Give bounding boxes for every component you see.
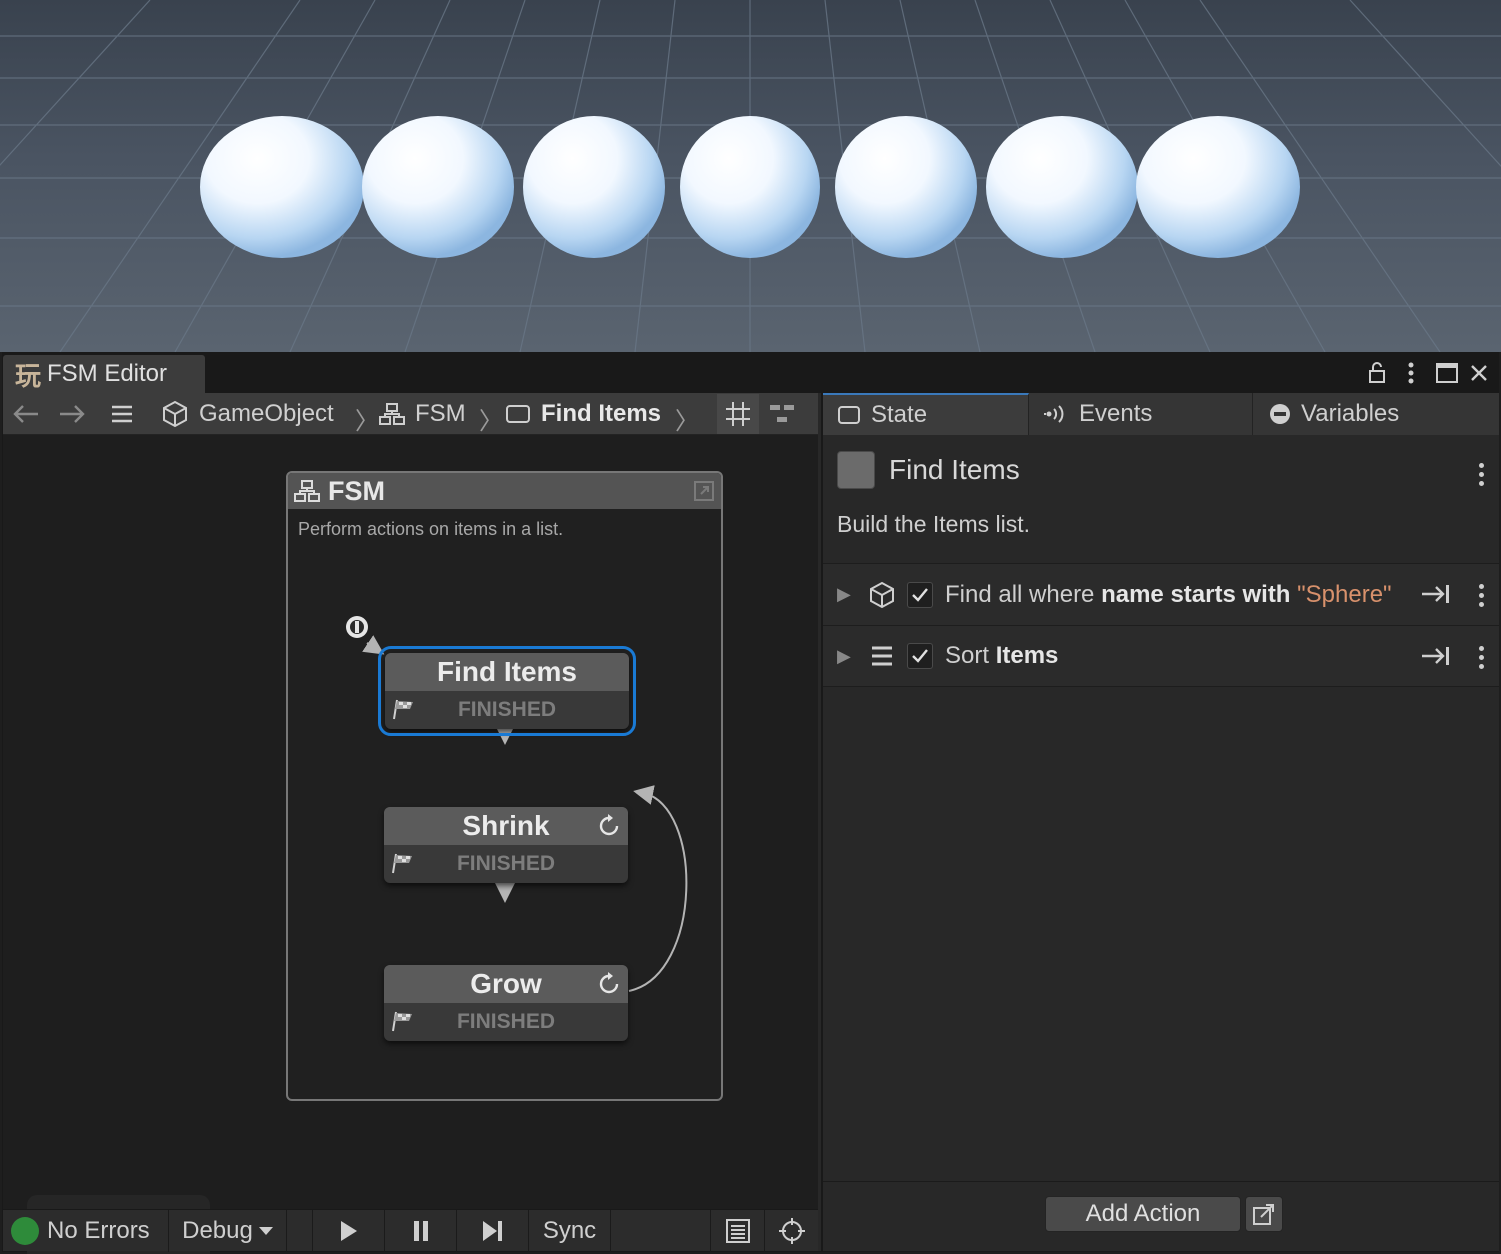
- cube-icon: [867, 581, 897, 609]
- state-title: Shrink: [384, 807, 628, 845]
- debug-dropdown[interactable]: Debug: [169, 1210, 287, 1252]
- log-button[interactable]: [711, 1210, 765, 1252]
- expand-arrow-icon[interactable]: ▶: [837, 584, 855, 605]
- spacer: [287, 1210, 313, 1252]
- action-title: Find all where name starts with "Sphere": [945, 580, 1392, 608]
- play-icon: [340, 1221, 357, 1241]
- spheres: [200, 116, 1300, 258]
- window-tabbar: 玩 FSM Editor: [3, 353, 1498, 393]
- action-row[interactable]: ▶ Sort Items: [823, 625, 1499, 687]
- fsm-graph-icon: [379, 403, 405, 425]
- state-title: Grow: [384, 965, 628, 1003]
- state-name-field[interactable]: Find Items: [889, 454, 1020, 486]
- grid-toggle-icon[interactable]: [717, 394, 759, 434]
- target-button[interactable]: [765, 1210, 818, 1252]
- window-menu-icon[interactable]: [1397, 359, 1425, 387]
- error-status[interactable]: No Errors: [3, 1210, 169, 1252]
- add-action-button[interactable]: Add Action: [1045, 1196, 1241, 1232]
- state-title-row: Find Items: [823, 435, 1499, 505]
- action-menu-icon[interactable]: [1477, 646, 1485, 669]
- transition-event[interactable]: FINISHED: [384, 1003, 628, 1041]
- state-title: Find Items: [385, 653, 629, 691]
- tab-variables[interactable]: Variables: [1253, 393, 1501, 435]
- action-menu-icon[interactable]: [1477, 584, 1485, 607]
- inspector-tabs: State Events Variables: [823, 393, 1499, 435]
- window-title: FSM Editor: [47, 360, 168, 387]
- fsm-editor-window: 玩 FSM Editor GameObject 〉 FSM 〉 Find Ite…: [2, 352, 1499, 1254]
- action-row[interactable]: ▶ Find all where name starts with "Spher…: [823, 563, 1499, 625]
- transition-event[interactable]: FINISHED: [385, 691, 629, 729]
- checkmark-icon: [912, 587, 928, 602]
- state-color-swatch[interactable]: [837, 451, 875, 489]
- step-button[interactable]: [457, 1210, 529, 1252]
- state-menu-icon[interactable]: [1477, 463, 1485, 486]
- loop-icon: [596, 813, 622, 844]
- pause-button[interactable]: [385, 1210, 457, 1252]
- breadcrumb-fsm[interactable]: FSM: [379, 393, 466, 435]
- playmaker-logo-icon: 玩: [14, 361, 41, 392]
- crosshair-icon: [778, 1218, 805, 1244]
- breadcrumb-separator: 〉: [355, 408, 379, 435]
- state-icon: [506, 405, 530, 423]
- breadcrumb-separator: 〉: [479, 408, 503, 435]
- tab-state[interactable]: State: [823, 393, 1029, 435]
- state-icon: [838, 406, 860, 424]
- log-icon: [725, 1219, 750, 1243]
- jump-to-end-icon[interactable]: [1421, 582, 1451, 611]
- graph-canvas[interactable]: FSM Perform actions on items in a list.: [3, 435, 818, 1254]
- inspector-footer: Add Action: [823, 1181, 1499, 1251]
- menu-icon[interactable]: [107, 399, 137, 429]
- chevron-down-icon: [258, 1227, 273, 1235]
- graph-toolbar: GameObject 〉 FSM 〉 Find Items 〉: [3, 393, 818, 435]
- variables-icon: [1270, 404, 1290, 424]
- action-title: Sort Items: [945, 642, 1059, 669]
- scene-viewport[interactable]: [0, 0, 1501, 352]
- spacer: [611, 1210, 711, 1252]
- inspector-panel: State Events Variables Find Items Build …: [821, 393, 1499, 1251]
- checkmark-icon: [912, 649, 928, 663]
- action-enabled-checkbox[interactable]: [907, 581, 933, 608]
- status-ok-icon: [11, 1217, 39, 1245]
- list-icon: [867, 645, 897, 667]
- start-state-icon: [346, 616, 368, 638]
- state-description-field[interactable]: Build the Items list.: [837, 511, 1030, 538]
- tab-fsm-editor[interactable]: 玩 FSM Editor: [3, 355, 205, 393]
- state-node-shrink[interactable]: Shrink FINISHED: [384, 807, 628, 883]
- sync-button[interactable]: Sync: [529, 1210, 611, 1252]
- action-enabled-checkbox[interactable]: [907, 643, 933, 669]
- breadcrumb-gameobject[interactable]: GameObject: [161, 393, 334, 435]
- breadcrumb-separator: 〉: [675, 408, 699, 435]
- maximize-icon[interactable]: [1433, 359, 1461, 387]
- play-button[interactable]: [313, 1210, 385, 1252]
- breadcrumb-state[interactable]: Find Items: [505, 393, 661, 435]
- state-node-find-items[interactable]: Find Items FINISHED: [378, 646, 636, 736]
- jump-to-end-icon[interactable]: [1421, 644, 1451, 673]
- pause-icon: [413, 1221, 428, 1241]
- close-icon[interactable]: [1465, 359, 1493, 387]
- debug-statusbar: No Errors Debug Sync: [3, 1209, 818, 1252]
- lock-icon[interactable]: [1363, 359, 1391, 387]
- forward-arrow-icon[interactable]: [55, 399, 89, 429]
- transition-event[interactable]: FINISHED: [384, 845, 628, 883]
- popout-icon[interactable]: [1245, 1196, 1283, 1232]
- scene-grid: [0, 0, 1501, 352]
- loop-icon: [596, 971, 622, 1002]
- cube-icon: [163, 400, 187, 428]
- state-node-grow[interactable]: Grow FINISHED: [384, 965, 628, 1041]
- step-icon: [482, 1221, 502, 1241]
- expand-arrow-icon[interactable]: ▶: [837, 646, 855, 667]
- tab-events[interactable]: Events: [1029, 393, 1253, 435]
- events-icon: [1044, 405, 1064, 423]
- minimap-toggle-icon[interactable]: [761, 394, 803, 434]
- back-arrow-icon[interactable]: [9, 399, 43, 429]
